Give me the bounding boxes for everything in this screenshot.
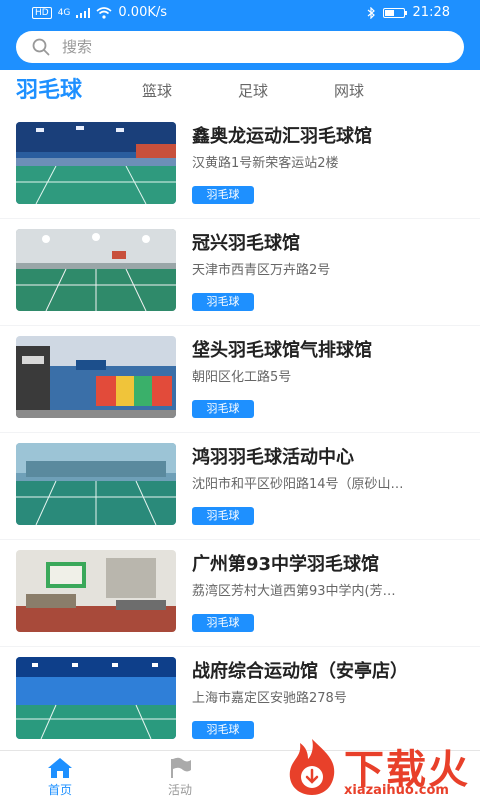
watermark: 下载火 xiazaihuo.com [280,735,480,800]
venue-name: 垡头羽毛球馆气排球馆 [192,340,372,361]
flame-logo-icon [289,739,335,795]
sport-tag: 羽毛球 [192,293,254,311]
watermark-url: xiazaihuo.com [344,783,449,798]
search-bar[interactable] [16,31,464,63]
venue-item[interactable]: 垡头羽毛球馆气排球馆 朝阳区化工路5号 羽毛球 [0,326,480,432]
flag-icon [171,757,191,778]
nav-activity[interactable]: 活动 [140,751,220,800]
venue-name: 广州第93中学羽毛球馆 [192,554,380,575]
venue-item[interactable]: 广州第93中学羽毛球馆 荔湾区芳村大道西第93中学内(芳… 羽毛球 [0,540,480,646]
venue-photo [16,550,176,632]
venue-name: 鸿羽羽毛球活动中心 [192,447,354,468]
sport-tag: 羽毛球 [192,186,254,204]
search-input[interactable] [62,38,422,56]
sport-tag: 羽毛球 [192,400,254,418]
venue-address: 汉黄路1号新荣客运站2楼 [192,156,339,171]
bluetooth-icon [367,6,375,19]
home-icon [48,758,72,778]
venue-address: 天津市西青区万卉路2号 [192,263,331,278]
tab-football[interactable]: 足球 [238,70,268,112]
sport-tag: 羽毛球 [192,614,254,632]
nav-activity-label: 活动 [167,783,192,797]
venue-name: 冠兴羽毛球馆 [192,233,300,254]
tab-badminton[interactable]: 羽毛球 [16,70,82,112]
venue-photo [16,657,176,739]
venue-item[interactable]: 鸿羽羽毛球活动中心 沈阳市和平区砂阳路14号（原砂山… 羽毛球 [0,433,480,539]
signal-icon [76,7,91,18]
venue-name: 鑫奥龙运动汇羽毛球馆 [192,126,372,147]
venue-address: 朝阳区化工路5号 [192,370,292,385]
venue-photo [16,336,176,418]
venue-name: 战府综合运动馆（安亭店） [192,661,408,682]
venue-address: 上海市嘉定区安驰路278号 [192,691,347,706]
venue-list: 鑫奥龙运动汇羽毛球馆 汉黄路1号新荣客运站2楼 羽毛球 冠兴羽毛球馆 天津市西青… [0,112,480,750]
nav-home[interactable]: 首页 [20,751,100,800]
app-header: HD 4G 0.00K/s 21:28 [0,0,480,70]
venue-address: 沈阳市和平区砂阳路14号（原砂山… [192,477,404,492]
network-speed: 0.00K/s [118,5,168,20]
search-icon [32,38,50,56]
clock: 21:28 [412,5,450,20]
wifi-icon [96,6,112,19]
tab-basketball[interactable]: 篮球 [142,70,172,112]
sport-tag: 羽毛球 [192,507,254,525]
hd-badge: HD [32,6,52,19]
status-bar: HD 4G 0.00K/s 21:28 [0,0,480,26]
venue-photo [16,122,176,204]
venue-item[interactable]: 鑫奥龙运动汇羽毛球馆 汉黄路1号新荣客运站2楼 羽毛球 [0,112,480,218]
sport-tabs: 羽毛球 篮球 足球 网球 [0,70,480,112]
venue-item[interactable]: 冠兴羽毛球馆 天津市西青区万卉路2号 羽毛球 [0,219,480,325]
tab-tennis[interactable]: 网球 [334,70,364,112]
venue-photo [16,443,176,525]
signal-label: 4G [57,7,71,18]
nav-home-label: 首页 [47,783,72,797]
venue-photo [16,229,176,311]
battery-icon [382,7,407,18]
venue-address: 荔湾区芳村大道西第93中学内(芳… [192,584,396,599]
sport-tag: 羽毛球 [192,721,254,739]
